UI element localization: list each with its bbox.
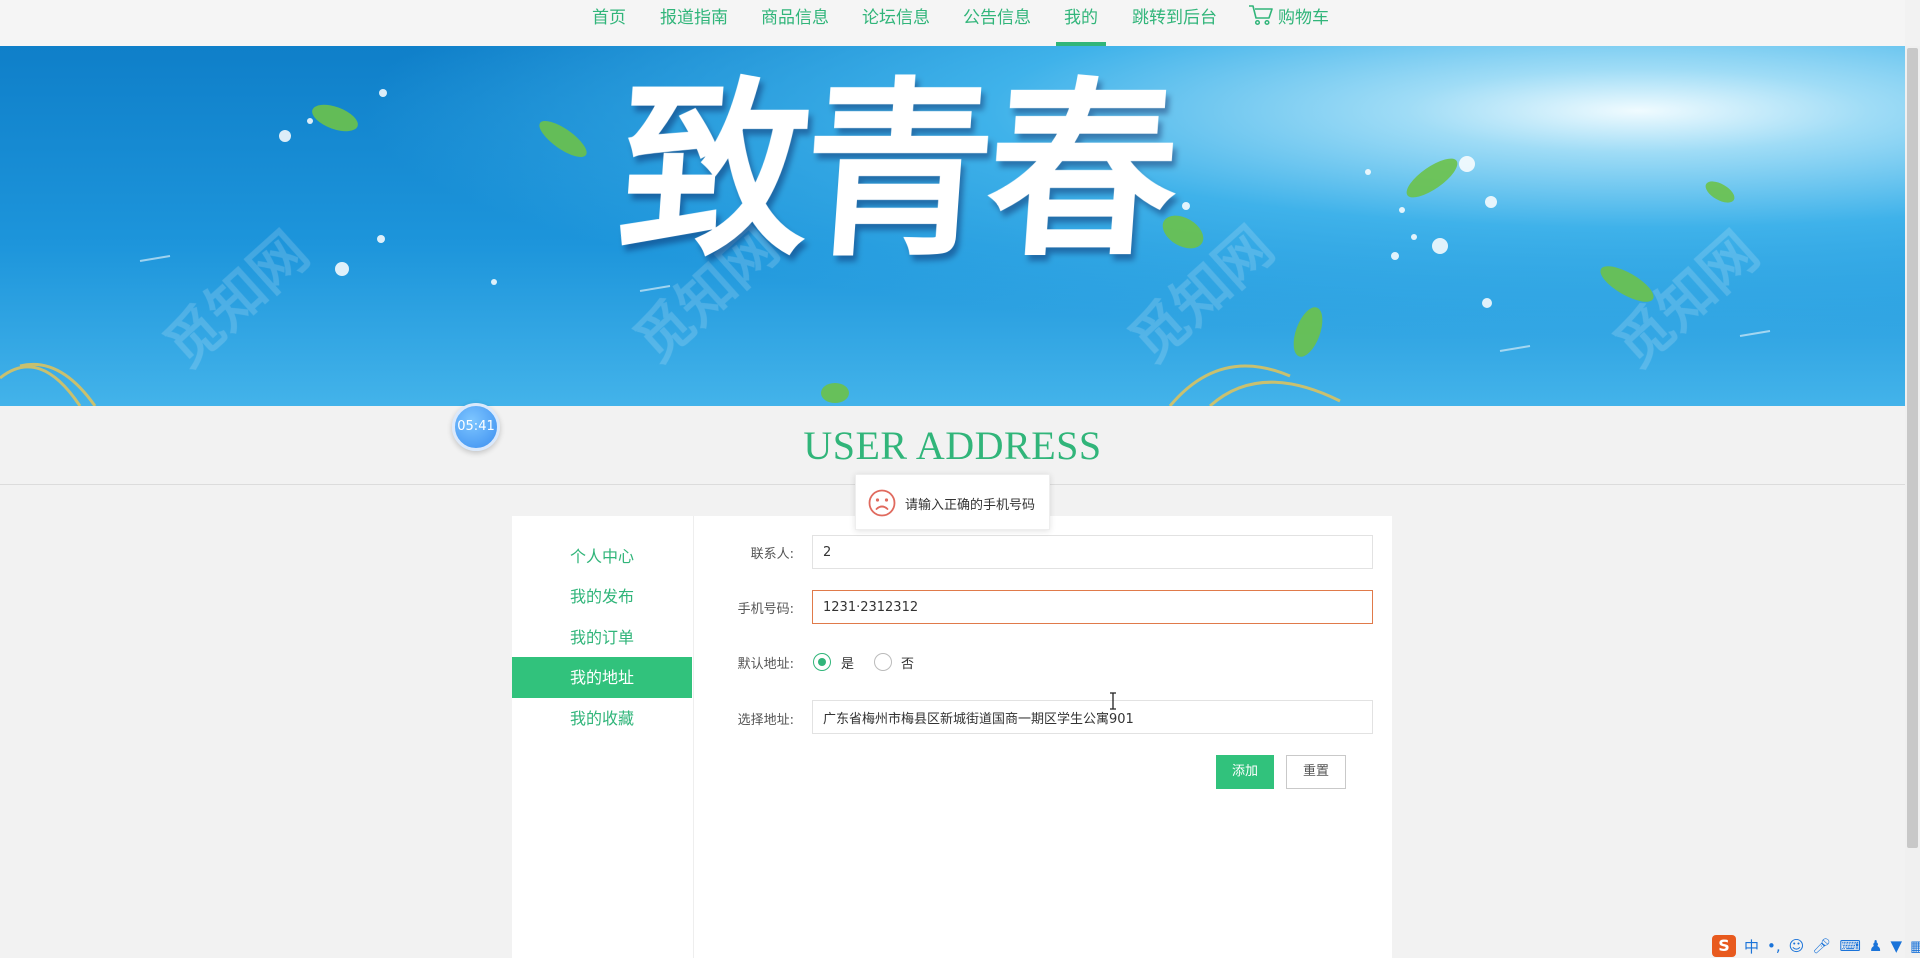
address-label: 选择地址: [737, 713, 794, 728]
banner-title: 致青春 [612, 59, 1180, 282]
cart-icon [1249, 5, 1273, 26]
skin-icon[interactable]: ▼ [1890, 937, 1902, 955]
phone-input[interactable] [812, 590, 1373, 624]
nav-item-cart[interactable]: 购物车 [1248, 0, 1329, 46]
phone-label: 手机号码: [737, 602, 794, 617]
nav-item-guide[interactable]: 报道指南 [660, 0, 728, 46]
sidebar-item-profile[interactable]: 个人中心 [512, 536, 692, 577]
reset-button[interactable]: 重置 [1286, 755, 1346, 789]
user-icon[interactable]: ♟ [1869, 937, 1882, 955]
contact-label: 联系人: [750, 547, 794, 562]
contact-input[interactable] [812, 535, 1373, 569]
ime-toolbar[interactable]: S 中 •, ☺ 🎤︎ ⌨ ♟ ▼ ▦ [1712, 934, 1920, 958]
toast-message: 请输入正确的手机号码 [905, 498, 1036, 513]
grid-icon[interactable]: ▦ [1910, 937, 1920, 955]
default-yes-label[interactable]: 是 [841, 653, 854, 672]
emoji-icon[interactable]: ☺ [1789, 937, 1805, 955]
keyboard-icon[interactable]: ⌨ [1839, 937, 1861, 955]
sidebar-item-address[interactable]: 我的地址 [512, 657, 692, 698]
sidebar-item-favorites[interactable]: 我的收藏 [512, 698, 692, 739]
nav-item-forum[interactable]: 论坛信息 [862, 0, 930, 46]
page-title: USER ADDRESS [803, 423, 1102, 468]
ime-logo-icon[interactable]: S [1712, 935, 1736, 957]
nav-item-mine[interactable]: 我的 [1056, 0, 1106, 46]
address-card: 个人中心 我的发布 我的订单 我的地址 我的收藏 [512, 516, 1392, 958]
default-no-radio[interactable] [874, 653, 892, 671]
nav-item-admin[interactable]: 跳转到后台 [1132, 0, 1217, 46]
timer-badge[interactable]: 05:41 [452, 403, 500, 451]
add-button[interactable]: 添加 [1216, 755, 1274, 789]
default-no-label[interactable]: 否 [901, 653, 914, 672]
ime-mode[interactable]: 中 [1744, 936, 1759, 957]
nav-item-notices[interactable]: 公告信息 [963, 0, 1031, 46]
sidebar: 个人中心 我的发布 我的订单 我的地址 我的收藏 [512, 516, 694, 958]
address-input[interactable] [812, 700, 1373, 734]
microphone-icon[interactable]: 🎤︎ [1812, 937, 1831, 955]
scrollbar-thumb[interactable] [1907, 48, 1918, 848]
banner: 觅知网 觅知网 觅知网 觅知网 致青春 [0, 46, 1905, 406]
punctuation-icon[interactable]: •, [1767, 937, 1781, 955]
nav-item-products[interactable]: 商品信息 [761, 0, 829, 46]
nav-item-home[interactable]: 首页 [592, 0, 626, 46]
sidebar-item-orders[interactable]: 我的订单 [512, 617, 692, 658]
text-cursor-icon [1110, 692, 1116, 710]
cart-label: 购物车 [1278, 8, 1329, 28]
top-nav: 首页 报道指南 商品信息 论坛信息 公告信息 我的 跳转到后台 购物车 [0, 0, 1905, 46]
default-yes-radio[interactable] [813, 653, 831, 671]
error-toast: 请输入正确的手机号码 [855, 474, 1050, 530]
sad-face-icon [868, 489, 896, 517]
default-address-label: 默认地址: [737, 657, 794, 672]
sidebar-item-posts[interactable]: 我的发布 [512, 576, 692, 617]
